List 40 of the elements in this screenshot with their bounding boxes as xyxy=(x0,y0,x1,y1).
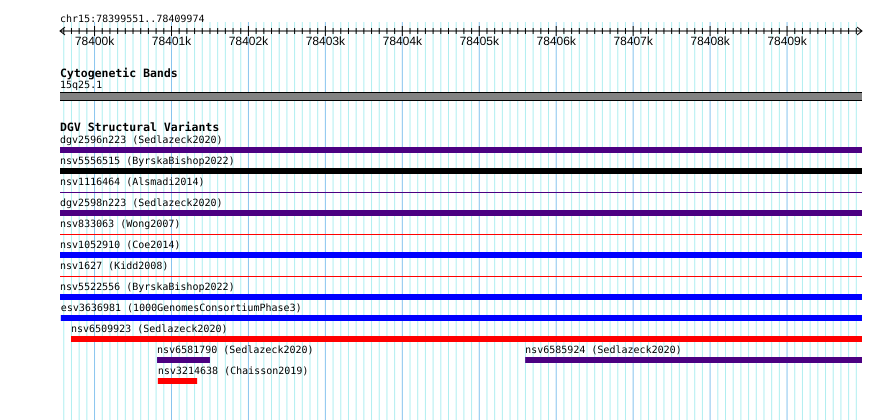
track-title: DGV Structural Variants xyxy=(60,121,220,134)
variant-label[interactable]: dgv2596n223 (Sedlazeck2020) xyxy=(60,135,223,146)
variant-label[interactable]: nsv1116464 (Alsmadi2014) xyxy=(60,177,204,188)
ruler-label: 78404k xyxy=(382,35,422,48)
position-label: chr15:78399551..78409974 xyxy=(60,14,204,25)
variant-bar[interactable] xyxy=(60,147,862,153)
ruler-label: 78407k xyxy=(613,35,653,48)
variant-bar[interactable] xyxy=(60,294,862,300)
variant-label[interactable]: dgv2598n223 (Sedlazeck2020) xyxy=(60,198,223,209)
variant-bar[interactable] xyxy=(60,210,862,216)
variant-label[interactable]: nsv833063 (Wong2007) xyxy=(60,219,180,230)
variant-label[interactable]: nsv5556515 (ByrskaBishop2022) xyxy=(60,156,235,167)
ruler-label: 78401k xyxy=(152,35,192,48)
variant-label[interactable]: nsv1052910 (Coe2014) xyxy=(60,240,180,251)
variant-bar[interactable] xyxy=(158,378,198,384)
variant-label[interactable]: nsv6585924 (Sedlazeck2020) xyxy=(525,345,682,356)
variant-bar[interactable] xyxy=(60,168,862,174)
variant-bar[interactable] xyxy=(70,336,862,342)
ruler-label: 78409k xyxy=(767,35,807,48)
variant-label[interactable]: nsv3214638 (Chaisson2019) xyxy=(158,366,308,377)
variant-label[interactable]: nsv5522556 (ByrskaBishop2022) xyxy=(60,282,235,293)
variant-label[interactable]: nsv6581790 (Sedlazeck2020) xyxy=(157,345,314,356)
ruler-label: 78408k xyxy=(690,35,730,48)
ruler-label: 78402k xyxy=(228,35,268,48)
ruler-label: 78405k xyxy=(460,35,499,48)
band-label: 15q25.1 xyxy=(60,80,102,91)
variant-label[interactable]: nsv1627 (Kidd2008) xyxy=(60,261,168,272)
variant-line[interactable] xyxy=(60,234,862,235)
ruler-label: 78400k xyxy=(74,35,114,48)
ruler-label: 78403k xyxy=(306,35,346,48)
variant-bar[interactable] xyxy=(157,357,210,363)
variant-label[interactable]: esv3636981 (1000GenomesConsortiumPhase3) xyxy=(60,303,302,314)
variant-bar[interactable] xyxy=(60,252,862,258)
variant-line[interactable] xyxy=(60,192,862,193)
track-title: Cytogenetic Bands xyxy=(60,67,178,80)
variant-line[interactable] xyxy=(60,276,862,277)
variant-bar[interactable] xyxy=(60,315,862,321)
variant-bar[interactable] xyxy=(525,357,862,363)
variant-label[interactable]: nsv6509923 (Sedlazeck2020) xyxy=(70,324,228,335)
ruler-label: 78406k xyxy=(536,35,576,48)
